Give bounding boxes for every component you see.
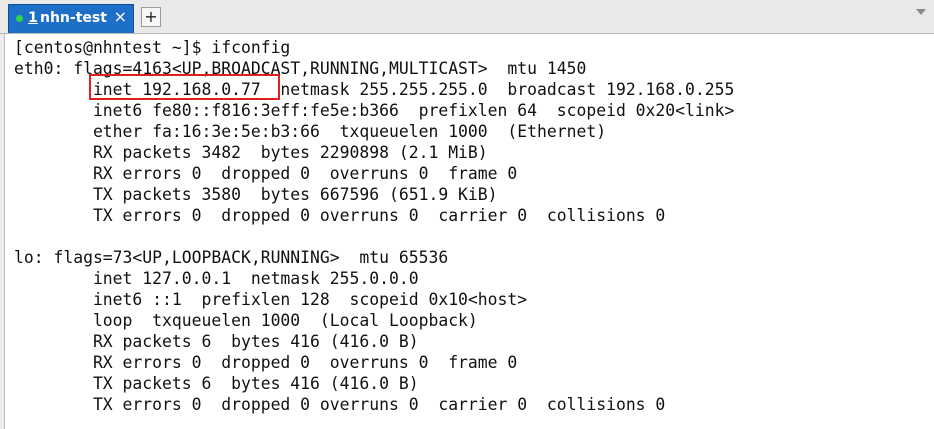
- terminal-line: RX errors 0 dropped 0 overruns 0 frame 0: [14, 353, 518, 372]
- terminal-line: TX errors 0 dropped 0 overruns 0 carrier…: [14, 206, 666, 225]
- terminal-line: RX packets 6 bytes 416 (416.0 B): [14, 332, 419, 351]
- new-tab-button[interactable]: +: [141, 7, 161, 27]
- terminal-line: inet6 ::1 prefixlen 128 scopeid 0x10<hos…: [14, 290, 528, 309]
- terminal-line: [centos@nhntest ~]$ ifconfig: [14, 38, 291, 57]
- terminal-line: lo: flags=73<UP,LOOPBACK,RUNNING> mtu 65…: [14, 248, 449, 267]
- tab-title: nhn-test: [40, 10, 107, 26]
- inet-highlight-box: [89, 74, 280, 100]
- terminal-line: RX packets 3482 bytes 2290898 (2.1 MiB): [14, 143, 488, 162]
- terminal-line: ether fa:16:3e:5e:b3:66 txqueuelen 1000 …: [14, 122, 607, 141]
- tab-nhn-test[interactable]: 1 nhn-test ×: [8, 4, 134, 33]
- close-icon[interactable]: ×: [114, 8, 127, 26]
- terminal-line: TX errors 0 dropped 0 overruns 0 carrier…: [14, 395, 666, 414]
- tab-bar: 1 nhn-test × +: [0, 0, 934, 34]
- terminal-line: TX packets 3580 bytes 667596 (651.9 KiB): [14, 185, 498, 204]
- terminal-line: TX packets 6 bytes 416 (416.0 B): [14, 374, 419, 393]
- terminal-line: inet 127.0.0.1 netmask 255.0.0.0: [14, 269, 419, 288]
- terminal-line: inet6 fe80::f816:3eff:fe5e:b366 prefixle…: [14, 101, 735, 120]
- terminal-line: RX errors 0 dropped 0 overruns 0 frame 0: [14, 164, 518, 183]
- chevron-down-icon[interactable]: [916, 9, 926, 15]
- tab-number: 1: [28, 10, 38, 26]
- terminal-line: loop txqueuelen 1000 (Local Loopback): [14, 311, 478, 330]
- terminal-pane[interactable]: [centos@nhntest ~]$ ifconfig eth0: flags…: [4, 34, 934, 429]
- connection-status-icon: [16, 15, 23, 22]
